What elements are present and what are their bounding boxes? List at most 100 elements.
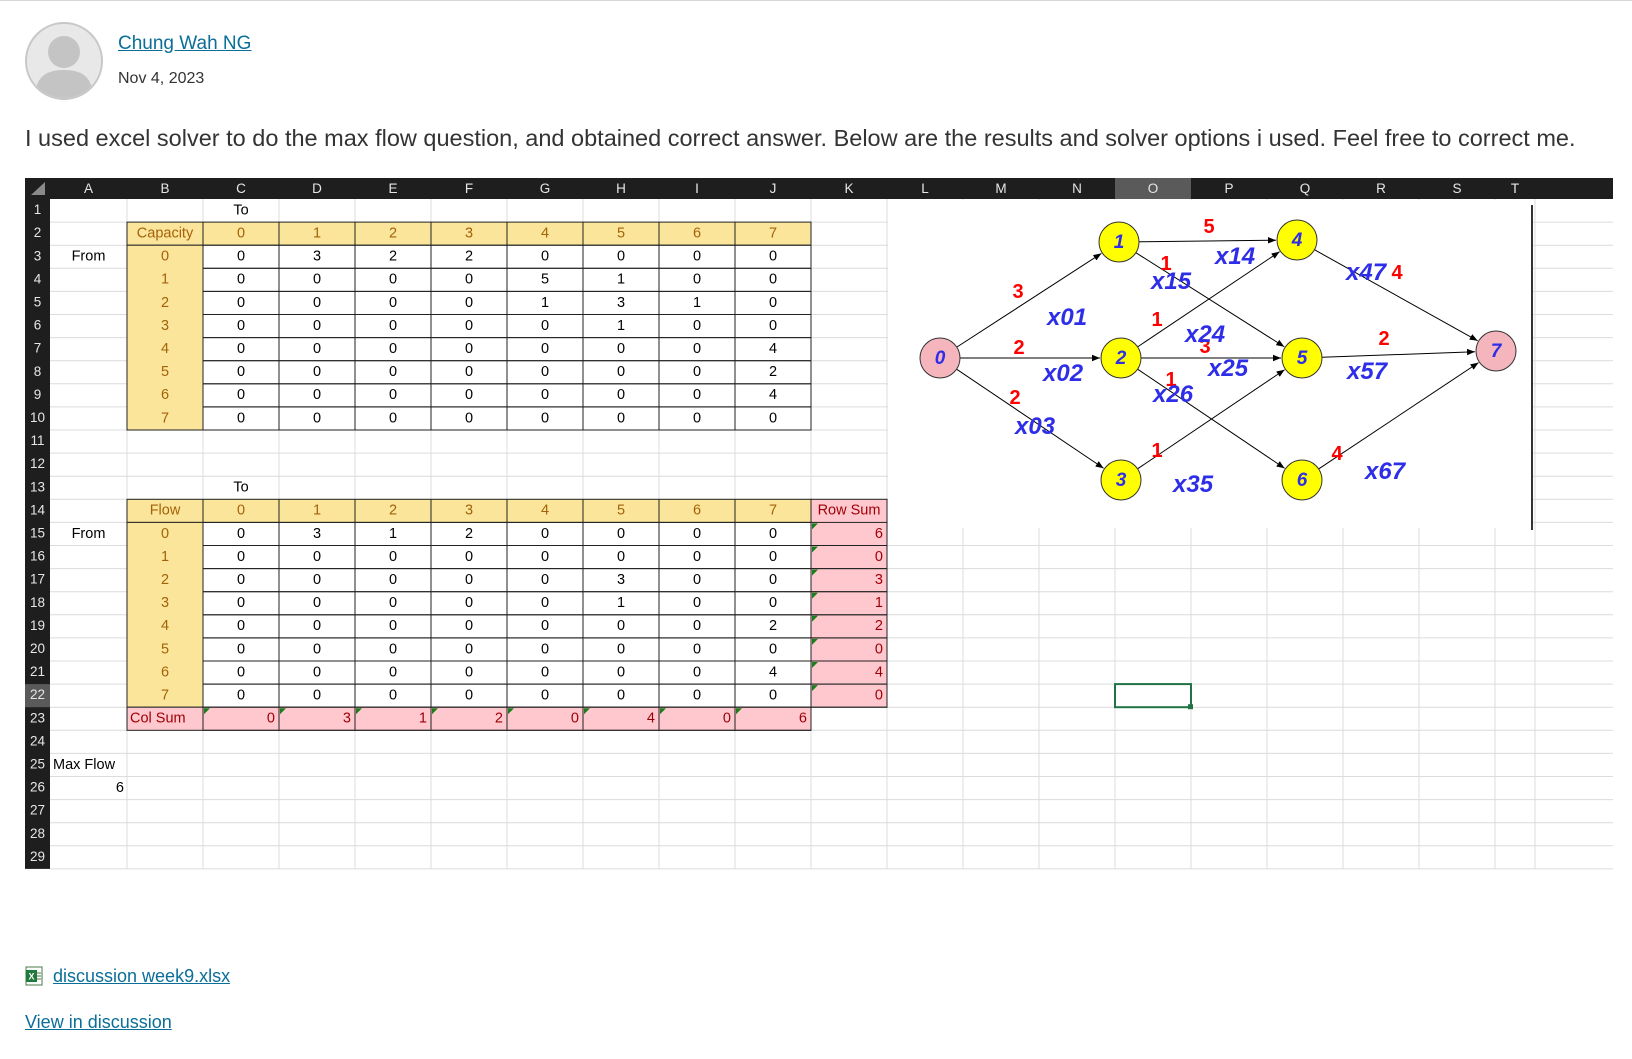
matrix-cell: 0 [769, 595, 777, 611]
from-label: From [72, 526, 106, 542]
row-header: 11 [30, 433, 44, 448]
matrix-cell: 0 [541, 549, 549, 565]
row-header: 25 [30, 757, 45, 772]
matrix-cell: 0 [237, 687, 245, 703]
matrix-cell: 0 [465, 387, 473, 403]
attachment-link[interactable]: discussion week9.xlsx [53, 966, 230, 987]
to-label: To [233, 202, 248, 218]
to-node-header: 2 [389, 225, 397, 241]
variable-label: x57 [1345, 358, 1389, 385]
diagram-node-label: 0 [935, 348, 946, 369]
matrix-cell: 0 [617, 641, 625, 657]
row-header: 3 [34, 248, 42, 263]
matrix-cell: 1 [617, 318, 625, 334]
avatar[interactable] [25, 22, 103, 100]
matrix-cell: 0 [693, 641, 701, 657]
column-header: R [1376, 181, 1386, 196]
col-sum-value: 0 [571, 711, 579, 727]
matrix-cell: 0 [541, 664, 549, 680]
matrix-cell: 0 [465, 618, 473, 634]
matrix-cell: 0 [541, 618, 549, 634]
matrix-cell: 0 [769, 410, 777, 426]
matrix-cell: 0 [617, 249, 625, 265]
column-header: Q [1300, 181, 1311, 196]
row-header: 27 [30, 803, 45, 818]
row-header: 22 [30, 687, 45, 702]
matrix-cell: 0 [465, 364, 473, 380]
post-date: Nov 4, 2023 [118, 70, 205, 87]
matrix-cell: 0 [465, 687, 473, 703]
spreadsheet-screenshot: A B C D E F G H I J K L M N O P Q R S T12345678910111213141… [25, 178, 1613, 870]
from-node-header: 3 [161, 318, 169, 334]
matrix-cell: 0 [693, 249, 701, 265]
capacity-label: 3 [1012, 281, 1023, 303]
from-label: From [72, 249, 106, 265]
to-node-header: 7 [769, 503, 777, 519]
matrix-cell: 0 [313, 410, 321, 426]
from-node-header: 6 [161, 664, 169, 680]
to-node-header: 6 [693, 225, 701, 241]
row-sum-value: 2 [875, 618, 883, 634]
matrix-cell: 0 [541, 595, 549, 611]
row-header: 7 [34, 341, 42, 356]
author-name-link[interactable]: Chung Wah NG [118, 33, 251, 55]
matrix-cell: 0 [465, 664, 473, 680]
column-header: F [465, 181, 473, 196]
matrix-cell: 2 [465, 249, 473, 265]
to-label: To [233, 480, 248, 496]
matrix-cell: 0 [769, 641, 777, 657]
svg-text:X: X [28, 972, 34, 982]
col-sum-value: 0 [723, 711, 731, 727]
diagram-node-label: 5 [1297, 348, 1308, 369]
view-in-discussion-link[interactable]: View in discussion [25, 1012, 172, 1033]
matrix-cell: 0 [617, 387, 625, 403]
matrix-cell: 0 [541, 410, 549, 426]
row-header: 4 [34, 271, 42, 286]
matrix-cell: 0 [693, 572, 701, 588]
matrix-cell: 4 [769, 664, 777, 680]
to-node-header: 0 [237, 503, 245, 519]
matrix-cell: 2 [465, 526, 473, 542]
matrix-cell: 0 [617, 687, 625, 703]
variable-label: x03 [1013, 413, 1056, 440]
matrix-cell: 0 [693, 387, 701, 403]
from-node-header: 5 [161, 364, 169, 380]
column-header: S [1452, 181, 1461, 196]
from-node-header: 3 [161, 595, 169, 611]
diagram-node-label: 3 [1116, 470, 1127, 491]
col-sum-value: 6 [799, 711, 807, 727]
to-node-header: 5 [617, 503, 625, 519]
matrix-cell: 0 [389, 318, 397, 334]
matrix-cell: 0 [313, 387, 321, 403]
column-header: N [1072, 181, 1082, 196]
to-node-header: 3 [465, 225, 473, 241]
matrix-cell: 0 [465, 572, 473, 588]
max-flow-label: Max Flow [53, 757, 116, 773]
matrix-cell: 0 [541, 318, 549, 334]
max-flow-value: 6 [116, 780, 124, 796]
matrix-cell: 0 [389, 341, 397, 357]
column-header: D [312, 181, 322, 196]
col-sum-value: 2 [495, 711, 503, 727]
matrix-cell: 0 [465, 410, 473, 426]
variable-label: x14 [1213, 243, 1255, 270]
row-header: 29 [30, 849, 45, 864]
matrix-cell: 3 [313, 526, 321, 542]
from-node-header: 1 [161, 272, 169, 288]
matrix-cell: 0 [769, 687, 777, 703]
matrix-cell: 0 [541, 687, 549, 703]
matrix-cell: 1 [389, 526, 397, 542]
matrix-cell: 0 [465, 318, 473, 334]
matrix-cell: 0 [237, 295, 245, 311]
to-node-header: 5 [617, 225, 625, 241]
matrix-cell: 0 [389, 595, 397, 611]
matrix-cell: 3 [313, 249, 321, 265]
column-header: H [616, 181, 626, 196]
matrix-cell: 0 [769, 572, 777, 588]
row-header: 13 [30, 479, 45, 494]
to-node-header: 6 [693, 503, 701, 519]
matrix-cell: 0 [389, 410, 397, 426]
variable-label: x01 [1045, 304, 1087, 331]
matrix-cell: 0 [237, 272, 245, 288]
attachment[interactable]: X discussion week9.xlsx [25, 965, 230, 987]
